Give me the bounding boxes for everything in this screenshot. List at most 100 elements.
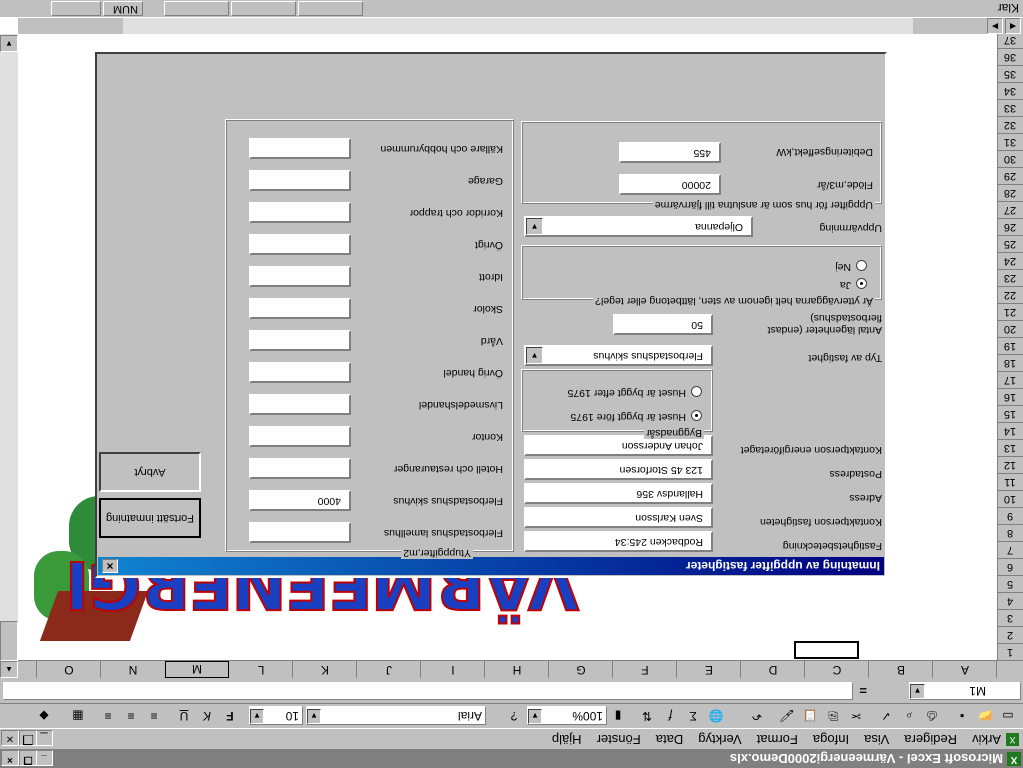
cut-icon[interactable]: ✂	[845, 706, 867, 726]
radio-fore-1975[interactable]	[691, 410, 702, 421]
chart-wizard-icon[interactable]: ▮	[607, 706, 629, 726]
print-icon[interactable]: ⎙	[921, 706, 943, 726]
yta-input[interactable]	[249, 234, 351, 255]
row-header[interactable]: 8	[997, 524, 1023, 541]
yta-input[interactable]	[249, 298, 351, 319]
maximize-button[interactable]: ❐	[19, 750, 37, 766]
row-header[interactable]: 12	[997, 456, 1023, 473]
adress-input[interactable]: Hallandsv 356	[524, 483, 713, 504]
column-header[interactable]: D	[740, 661, 805, 678]
column-header[interactable]: H	[484, 661, 549, 678]
align-center-icon[interactable]: ≡	[120, 706, 142, 726]
row-header[interactable]: 19	[997, 337, 1023, 354]
column-header[interactable]: F	[612, 661, 677, 678]
menu-fonster[interactable]: Fönster	[597, 732, 641, 747]
function-icon[interactable]: ƒ	[659, 706, 681, 726]
row-header[interactable]: 22	[997, 286, 1023, 303]
row-header[interactable]: 17	[997, 371, 1023, 388]
menu-arkiv[interactable]: Arkiv	[972, 732, 1001, 747]
row-header[interactable]: 35	[997, 65, 1023, 82]
scroll-down-icon[interactable]: ▼	[0, 35, 18, 52]
bold-icon[interactable]: F	[219, 706, 241, 726]
yta-input[interactable]	[249, 458, 351, 479]
row-header[interactable]: 16	[997, 388, 1023, 405]
doc-restore-button[interactable]: ❐	[19, 730, 37, 747]
typ-dropdown-icon[interactable]: ▼	[526, 347, 543, 364]
yta-input[interactable]	[249, 394, 351, 415]
column-header[interactable]: L	[228, 661, 293, 678]
close-window-button[interactable]: ×	[1, 750, 19, 766]
column-header[interactable]: J	[356, 661, 421, 678]
continue-button[interactable]: Fortsätt inmatning	[99, 498, 201, 538]
row-header[interactable]: 32	[997, 116, 1023, 133]
spelling-icon[interactable]: ✓	[875, 706, 897, 726]
row-header[interactable]: 2	[997, 626, 1023, 643]
row-header[interactable]: 34	[997, 82, 1023, 99]
yta-input[interactable]	[249, 170, 351, 191]
doc-minimize-button[interactable]: _	[35, 730, 53, 747]
format-painter-icon[interactable]: 🖌	[776, 706, 798, 726]
column-header[interactable]: O	[36, 661, 101, 678]
selected-cell-m1[interactable]	[794, 641, 859, 659]
typ-select[interactable]: Flerbostadshus skivhus ▼	[524, 345, 713, 366]
uppv-dropdown-icon[interactable]: ▼	[526, 218, 543, 235]
select-all-corner[interactable]	[996, 661, 1023, 678]
menu-visa[interactable]: Visa	[864, 732, 889, 747]
menu-hjalp[interactable]: Hjälp	[552, 732, 582, 747]
menu-verktyg[interactable]: Verktyg	[698, 732, 741, 747]
postadress-input[interactable]: 123 45 Storforsen	[524, 459, 713, 480]
radio-nej[interactable]	[856, 260, 867, 271]
vertical-scrollbar[interactable]: ▲ ▼	[0, 34, 18, 678]
menu-redigera[interactable]: Redigera	[904, 732, 957, 747]
print-preview-icon[interactable]: ⌕	[898, 706, 920, 726]
yta-input[interactable]: 4000	[249, 490, 351, 511]
yta-input[interactable]	[249, 266, 351, 287]
column-header[interactable]: E	[676, 661, 741, 678]
column-header[interactable]: C	[804, 661, 869, 678]
scroll-up-icon[interactable]: ▲	[0, 661, 18, 678]
row-header[interactable]: 24	[997, 252, 1023, 269]
name-box-dropdown-icon[interactable]: ▼	[910, 684, 925, 699]
font-dropdown-icon[interactable]: ▼	[307, 709, 321, 724]
sort-icon[interactable]: ⇅	[636, 706, 658, 726]
row-header[interactable]: 36	[997, 48, 1023, 65]
row-header[interactable]: 6	[997, 558, 1023, 575]
zoom-dropdown-icon[interactable]: ▼	[528, 709, 542, 724]
radio-nej-label[interactable]: Nej	[835, 261, 851, 273]
row-header[interactable]: 11	[997, 473, 1023, 490]
row-header[interactable]: 5	[997, 575, 1023, 592]
row-header[interactable]: 9	[997, 507, 1023, 524]
row-header[interactable]: 4	[997, 592, 1023, 609]
row-header[interactable]: 1	[997, 643, 1023, 660]
column-header[interactable]: K	[292, 661, 357, 678]
new-icon[interactable]: ▭	[997, 706, 1019, 726]
dialog-close-button[interactable]: ×	[102, 559, 118, 573]
row-header[interactable]: 30	[997, 150, 1023, 167]
row-header[interactable]: 20	[997, 320, 1023, 337]
yta-input[interactable]	[249, 426, 351, 447]
row-header[interactable]: 33	[997, 99, 1023, 116]
radio-efter-1975-label[interactable]: Huset är byggt efter 1975	[568, 387, 687, 399]
yta-input[interactable]	[249, 362, 351, 383]
borders-icon[interactable]: ▦	[67, 706, 89, 726]
tab-scroll-last-icon[interactable]: ▶	[987, 18, 1003, 34]
row-header[interactable]: 15	[997, 405, 1023, 422]
radio-ja-label[interactable]: Ja	[840, 279, 851, 291]
column-header[interactable]: M	[165, 661, 229, 678]
horizontal-scrollbar[interactable]	[123, 18, 913, 34]
row-header[interactable]: 25	[997, 235, 1023, 252]
hyperlink-icon[interactable]: 🌐	[705, 706, 727, 726]
row-header[interactable]: 18	[997, 354, 1023, 371]
row-header[interactable]: 7	[997, 541, 1023, 558]
copy-icon[interactable]: ⎘	[822, 706, 844, 726]
row-header[interactable]: 28	[997, 184, 1023, 201]
row-header[interactable]: 14	[997, 422, 1023, 439]
align-left-icon[interactable]: ≡	[143, 706, 165, 726]
yta-input[interactable]	[249, 330, 351, 351]
name-box[interactable]: M1 ▼	[909, 682, 1021, 700]
row-header[interactable]: 13	[997, 439, 1023, 456]
minimize-button[interactable]: _	[35, 750, 53, 766]
kontakt-input[interactable]: Sven Karlsson	[524, 507, 713, 528]
cancel-button[interactable]: Avbryt	[99, 452, 201, 492]
column-header[interactable]: N	[100, 661, 165, 678]
